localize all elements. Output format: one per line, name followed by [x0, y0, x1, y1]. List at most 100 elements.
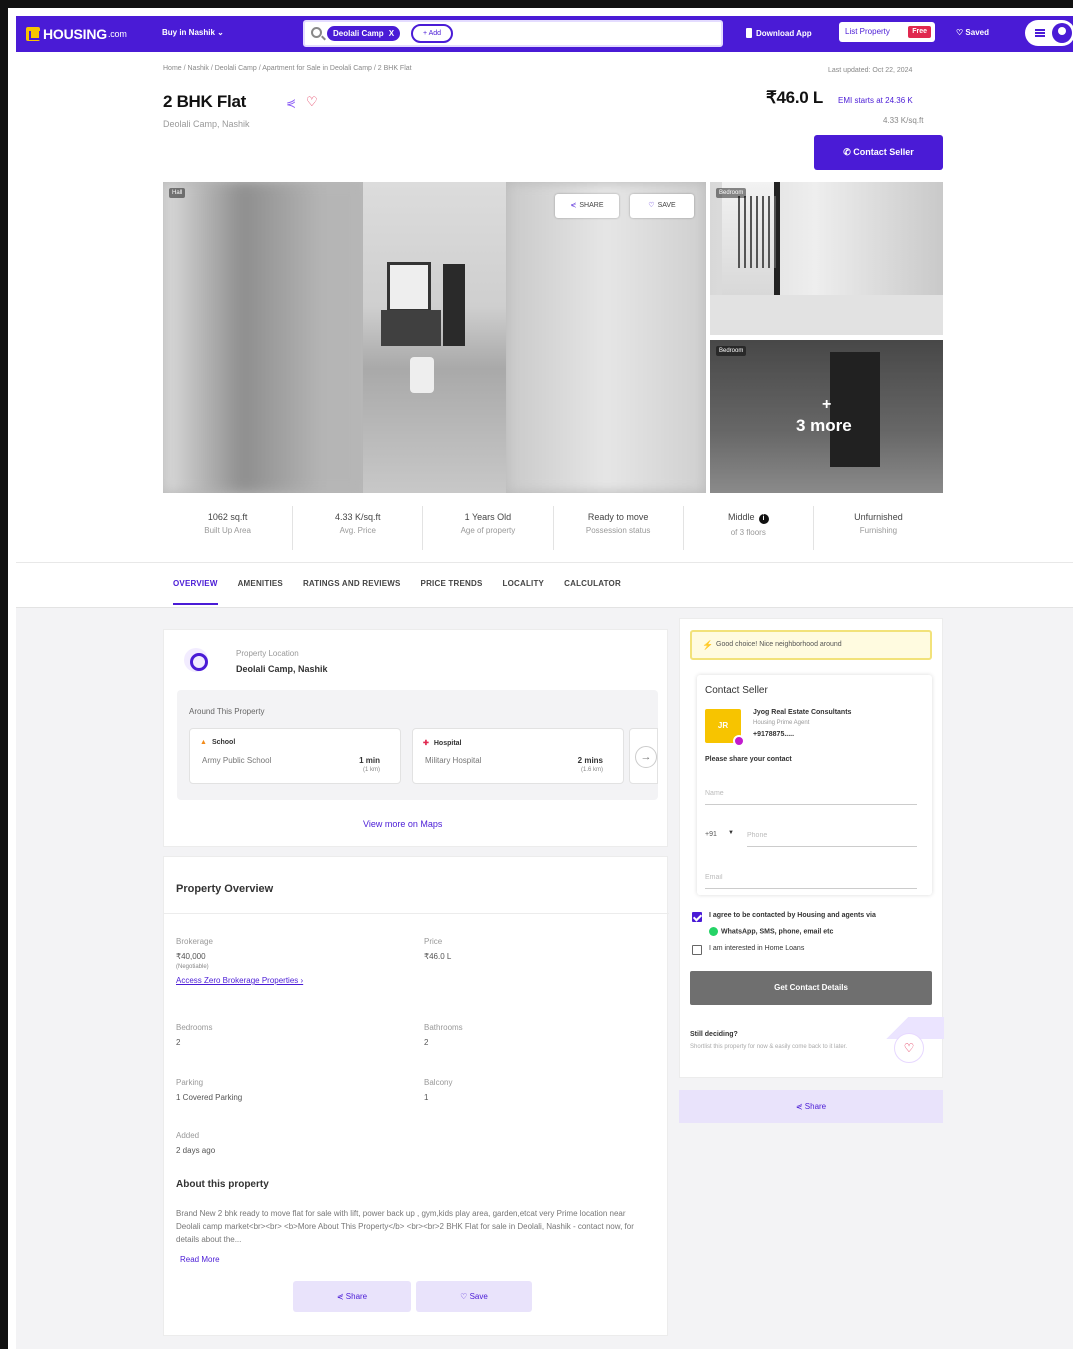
- get-contact-details-button[interactable]: Get Contact Details: [690, 971, 932, 1005]
- poi-category: ✚ Hospital: [423, 739, 462, 747]
- search-bar[interactable]: Deolali Camp X + Add: [303, 20, 723, 47]
- field-value: ₹46.0 L: [424, 952, 452, 961]
- stat-value: Ready to move: [587, 512, 649, 522]
- email-field[interactable]: [705, 867, 917, 889]
- poi-card[interactable]: ▲ School Army Public School 1 min (1 km): [189, 728, 401, 784]
- thumb-photo-1[interactable]: Bedroom: [710, 182, 943, 335]
- agent-role: Housing Prime Agent: [753, 720, 810, 726]
- main-photo[interactable]: Hall ⋞ SHARE ♡ SAVE: [163, 182, 706, 493]
- floor: [710, 295, 943, 335]
- hamburger-icon: [1035, 32, 1045, 34]
- last-updated: Last updated: Oct 22, 2024: [828, 67, 913, 74]
- field-label: Balcony: [424, 1078, 453, 1087]
- breadcrumb[interactable]: Home / Nashik / Deolali Camp / Apartment…: [163, 65, 412, 72]
- info-icon[interactable]: i: [758, 514, 769, 524]
- page-frame: HOUSING .com Buy in Nashik ⌄ Deolali Cam…: [0, 0, 1073, 1349]
- added-field: Added 2 days ago: [176, 1131, 215, 1155]
- stat-avg-price: 4.33 K/sq.ft Avg. Price: [293, 506, 424, 550]
- save-button[interactable]: ♡ Save: [416, 1281, 532, 1312]
- field-label: Price: [424, 937, 443, 946]
- caret-down-icon: ▼: [728, 830, 734, 836]
- user-menu[interactable]: [1025, 20, 1073, 46]
- poi-duration: 2 mins: [577, 756, 603, 765]
- gallery-save-label: SAVE: [657, 202, 676, 209]
- zero-brokerage-link[interactable]: Access Zero Brokerage Properties ›: [176, 976, 303, 985]
- stat-floor: Middle i of 3 floors: [684, 506, 814, 550]
- around-property: Around This Property ▲ School Army Public…: [177, 690, 658, 800]
- tab-ratings[interactable]: RATINGS AND REVIEWS: [303, 579, 401, 605]
- photo-tag: Hall: [169, 188, 186, 198]
- search-chip-label: Deolali Camp: [333, 29, 384, 38]
- tab-amenities[interactable]: AMENITIES: [238, 579, 283, 605]
- shortlist-heart-icon[interactable]: ♡: [894, 1033, 924, 1063]
- save-label: Save: [469, 1292, 488, 1301]
- door: [443, 264, 465, 346]
- agent-phone: +9178875.....: [753, 731, 795, 738]
- top-nav: HOUSING .com Buy in Nashik ⌄ Deolali Cam…: [16, 16, 1073, 52]
- search-chip[interactable]: Deolali Camp X: [327, 26, 401, 41]
- still-deciding-title: Still deciding?: [690, 1031, 738, 1038]
- emi-link[interactable]: EMI starts at 24.36 K: [838, 96, 913, 105]
- housing-logo[interactable]: HOUSING .com: [26, 26, 127, 42]
- poi-card[interactable]: ✚ Hospital Military Hospital 2 mins (1.6 …: [412, 728, 624, 784]
- free-badge: Free: [908, 26, 931, 38]
- field-note: (Negotiable): [176, 964, 209, 970]
- view-maps-link[interactable]: View more on Maps: [363, 819, 442, 829]
- country-code[interactable]: +91: [705, 831, 717, 838]
- download-app-label: Download App: [756, 28, 812, 38]
- field-value: 2 days ago: [176, 1146, 216, 1155]
- share-icon[interactable]: ⋞: [286, 96, 296, 110]
- list-property-button[interactable]: List Property Free: [839, 22, 935, 42]
- stat-label: Avg. Price: [339, 526, 376, 535]
- tab-locality[interactable]: LOCALITY: [503, 579, 545, 605]
- plus-icon: +: [822, 396, 832, 413]
- location-pin-icon: [184, 648, 208, 672]
- home-loans-checkbox[interactable]: [692, 945, 702, 955]
- heart-icon[interactable]: ♡: [306, 94, 318, 110]
- field-label: Parking: [176, 1078, 204, 1087]
- gallery-save-button[interactable]: ♡ SAVE: [630, 194, 694, 218]
- bolt-icon: ⚡: [702, 640, 714, 650]
- poi-duration: 1 min: [359, 756, 380, 765]
- name-field[interactable]: [705, 783, 917, 805]
- share-button[interactable]: ⋞ Share: [293, 1281, 411, 1312]
- share-icon: ⋞: [795, 1102, 805, 1111]
- section-tabs: OVERVIEW AMENITIES RATINGS AND REVIEWS P…: [173, 579, 621, 605]
- stat-age: 1 Years Old Age of property: [423, 506, 554, 550]
- gallery-share-button[interactable]: ⋞ SHARE: [555, 194, 619, 218]
- phone-field[interactable]: [747, 825, 917, 847]
- download-app-link[interactable]: Download App: [746, 28, 812, 38]
- agent-logo: JR: [705, 709, 745, 747]
- bathrooms-field: Bathrooms 2: [424, 1023, 463, 1047]
- consent-label-2: WhatsApp, SMS, phone, email etc: [709, 927, 833, 936]
- tab-overview[interactable]: OVERVIEW: [173, 579, 218, 605]
- saved-link[interactable]: ♡ Saved: [956, 28, 989, 37]
- phone-icon: [746, 28, 752, 38]
- overview-title: Property Overview: [176, 883, 274, 895]
- field-value: 2: [424, 1038, 429, 1047]
- stat-value: Unfurnished: [854, 512, 903, 522]
- location-value: Deolali Camp, Nashik: [236, 664, 328, 674]
- tab-price-trends[interactable]: PRICE TRENDS: [421, 579, 483, 605]
- chip-close-icon[interactable]: X: [389, 29, 394, 38]
- avatar: [1052, 23, 1072, 43]
- panel-share-button[interactable]: ⋞ Share: [679, 1090, 943, 1123]
- stat-value: Middle i: [684, 512, 813, 524]
- city-select[interactable]: Buy in Nashik ⌄: [162, 28, 224, 37]
- consent-checkbox[interactable]: [692, 912, 702, 922]
- contact-seller-button[interactable]: ✆ Contact Seller: [814, 135, 943, 170]
- search-add-button[interactable]: + Add: [411, 24, 453, 43]
- share-contact-prompt: Please share your contact: [705, 756, 792, 763]
- read-more-link[interactable]: Read More: [180, 1255, 220, 1264]
- phone-icon: ✆: [843, 147, 854, 157]
- arrow-right-icon[interactable]: →: [635, 746, 657, 768]
- about-title: About this property: [176, 1179, 269, 1190]
- stat-possession: Ready to move Possession status: [554, 506, 684, 550]
- agent-initials: JR: [717, 721, 729, 730]
- counter: [381, 310, 441, 346]
- thumb-photo-2[interactable]: Bedroom + 3 more: [710, 340, 943, 493]
- poi-category: ▲ School: [200, 739, 235, 746]
- photo-tag: Bedroom: [716, 346, 747, 356]
- panel-share-label: Share: [804, 1102, 827, 1111]
- tab-calculator[interactable]: CALCULATOR: [564, 579, 621, 605]
